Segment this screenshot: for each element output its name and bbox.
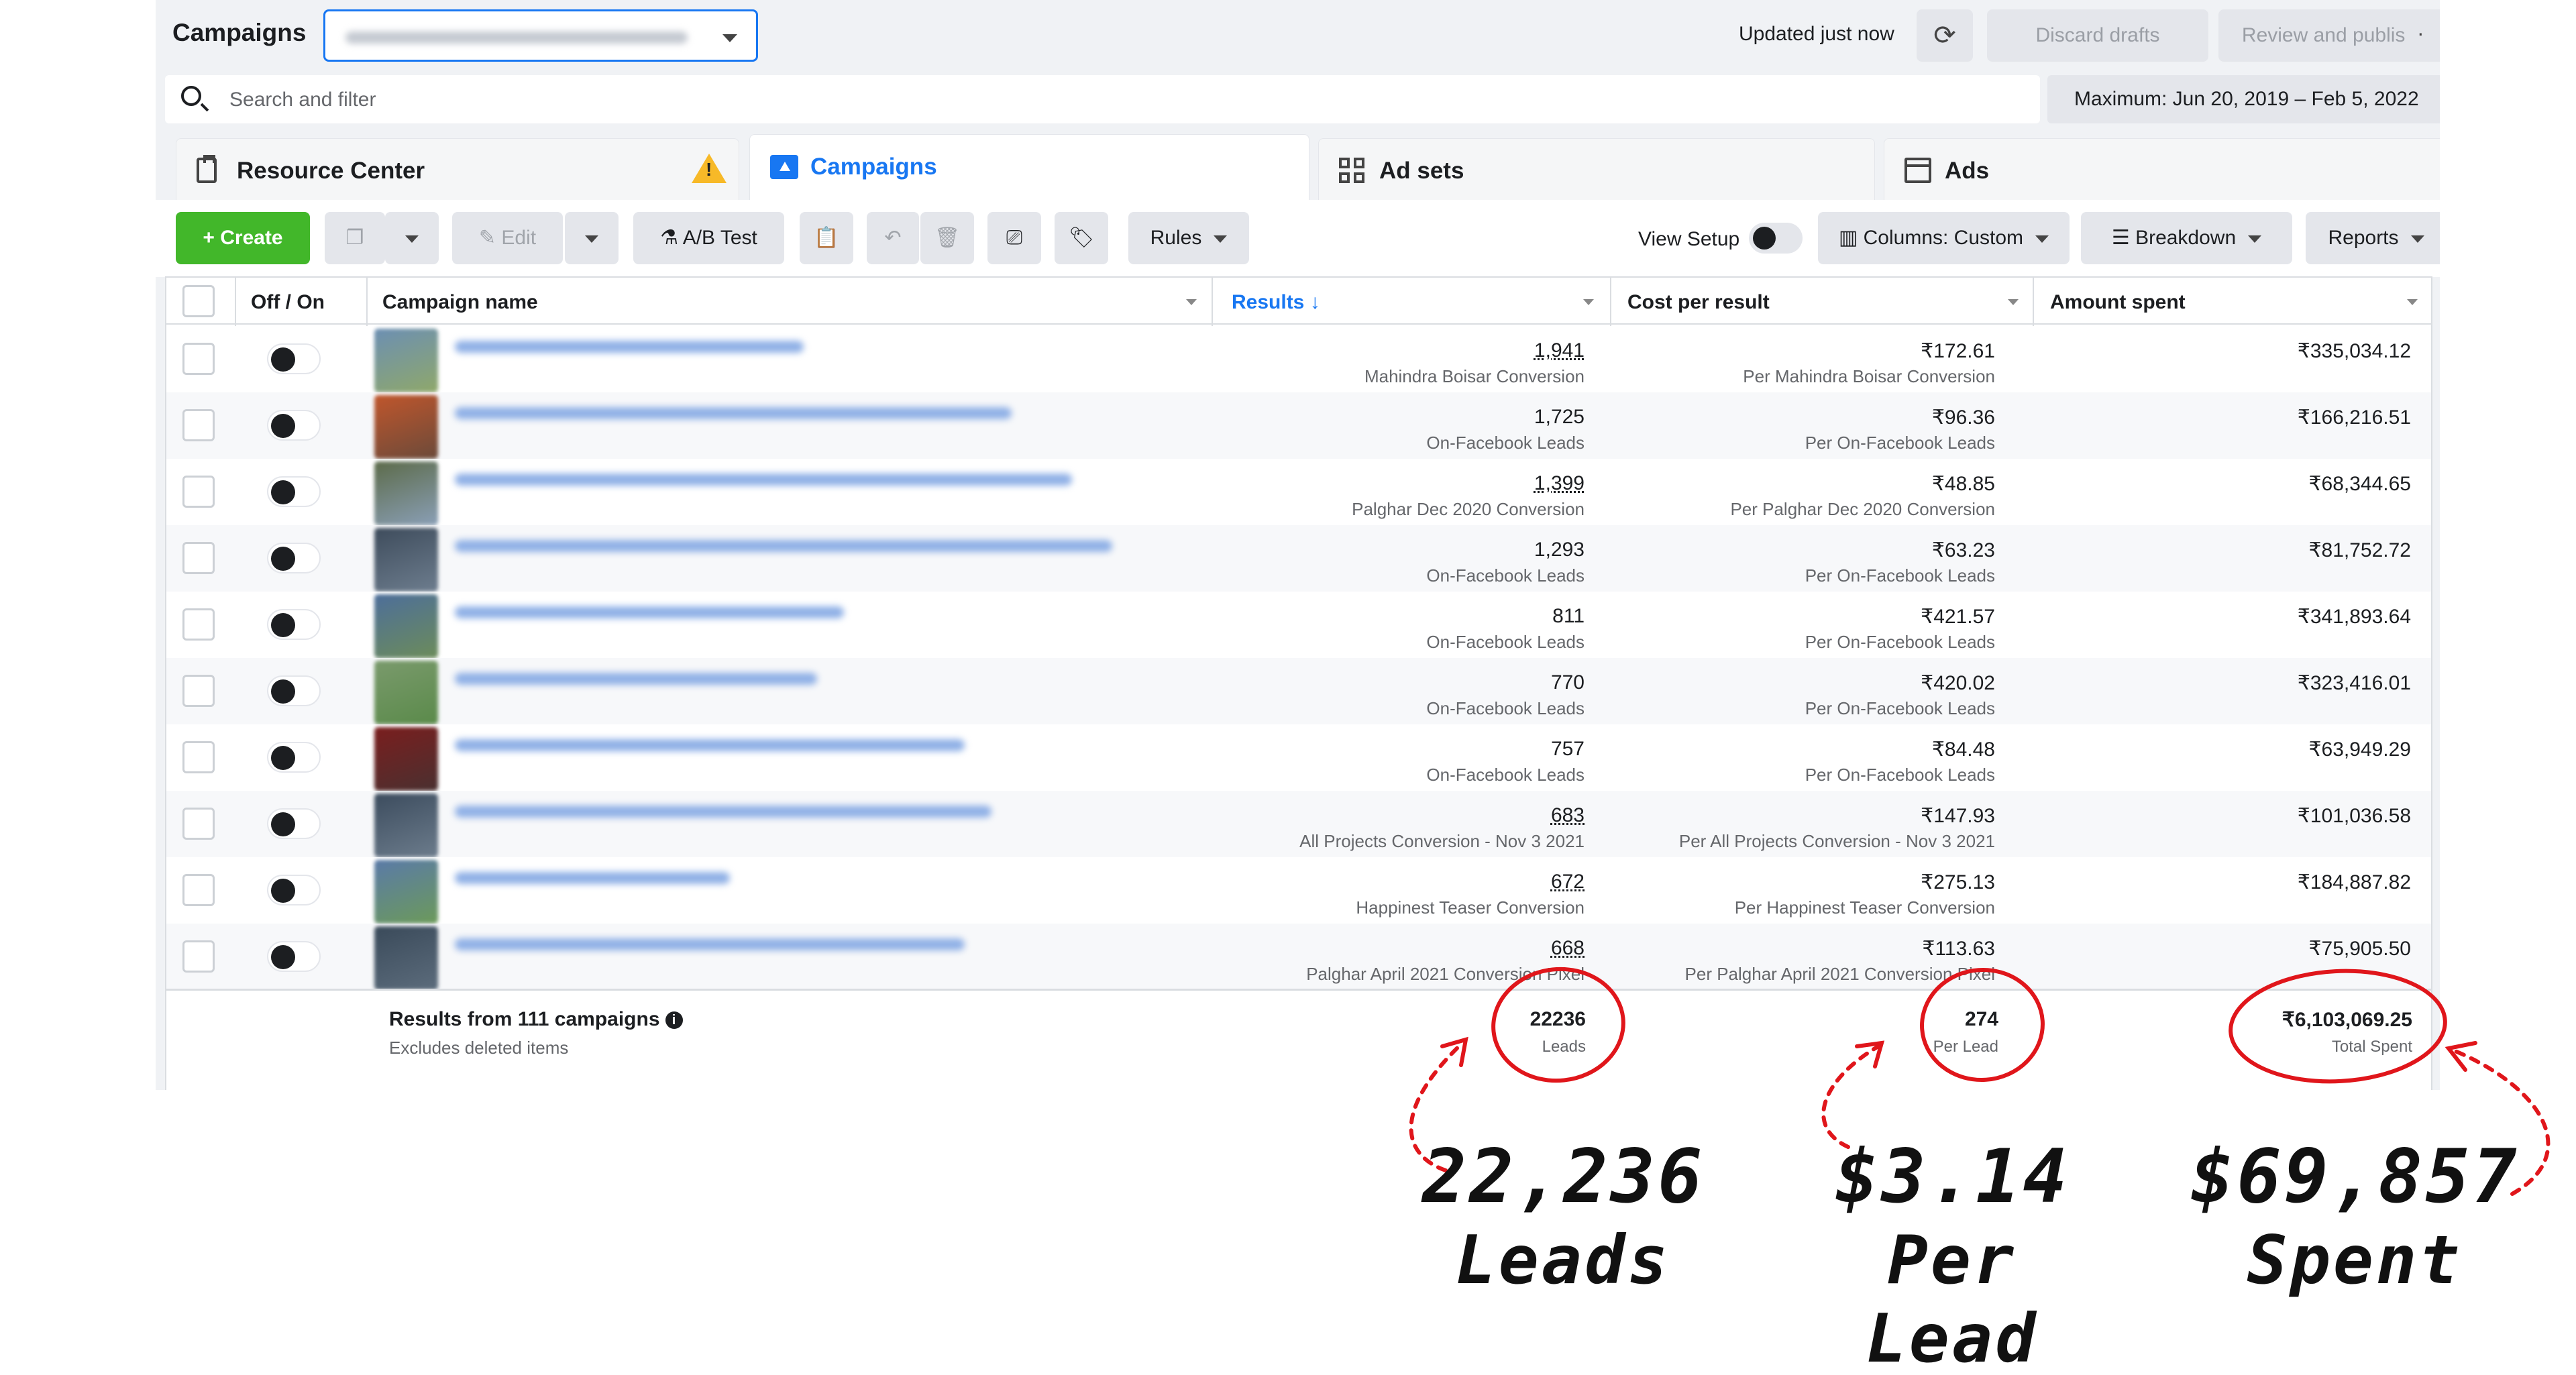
annotation-leads-label: Leads <box>1455 1221 1671 1299</box>
spent-circle <box>2229 969 2447 1084</box>
annotation-spent-label: Spent <box>2247 1221 2463 1299</box>
leads-circle <box>1491 967 1625 1083</box>
cpl-circle <box>1920 967 2045 1083</box>
annotation-cpl-value: $3.14 <box>1834 1134 2070 1219</box>
annotation-leads-value: 22,236 <box>1422 1134 1705 1219</box>
annotation-spent-value: $69,857 <box>2190 1134 2520 1219</box>
cpl-arrow <box>1821 1044 1880 1149</box>
annotation-cpl-label: Per Lead <box>1866 1221 2039 1375</box>
